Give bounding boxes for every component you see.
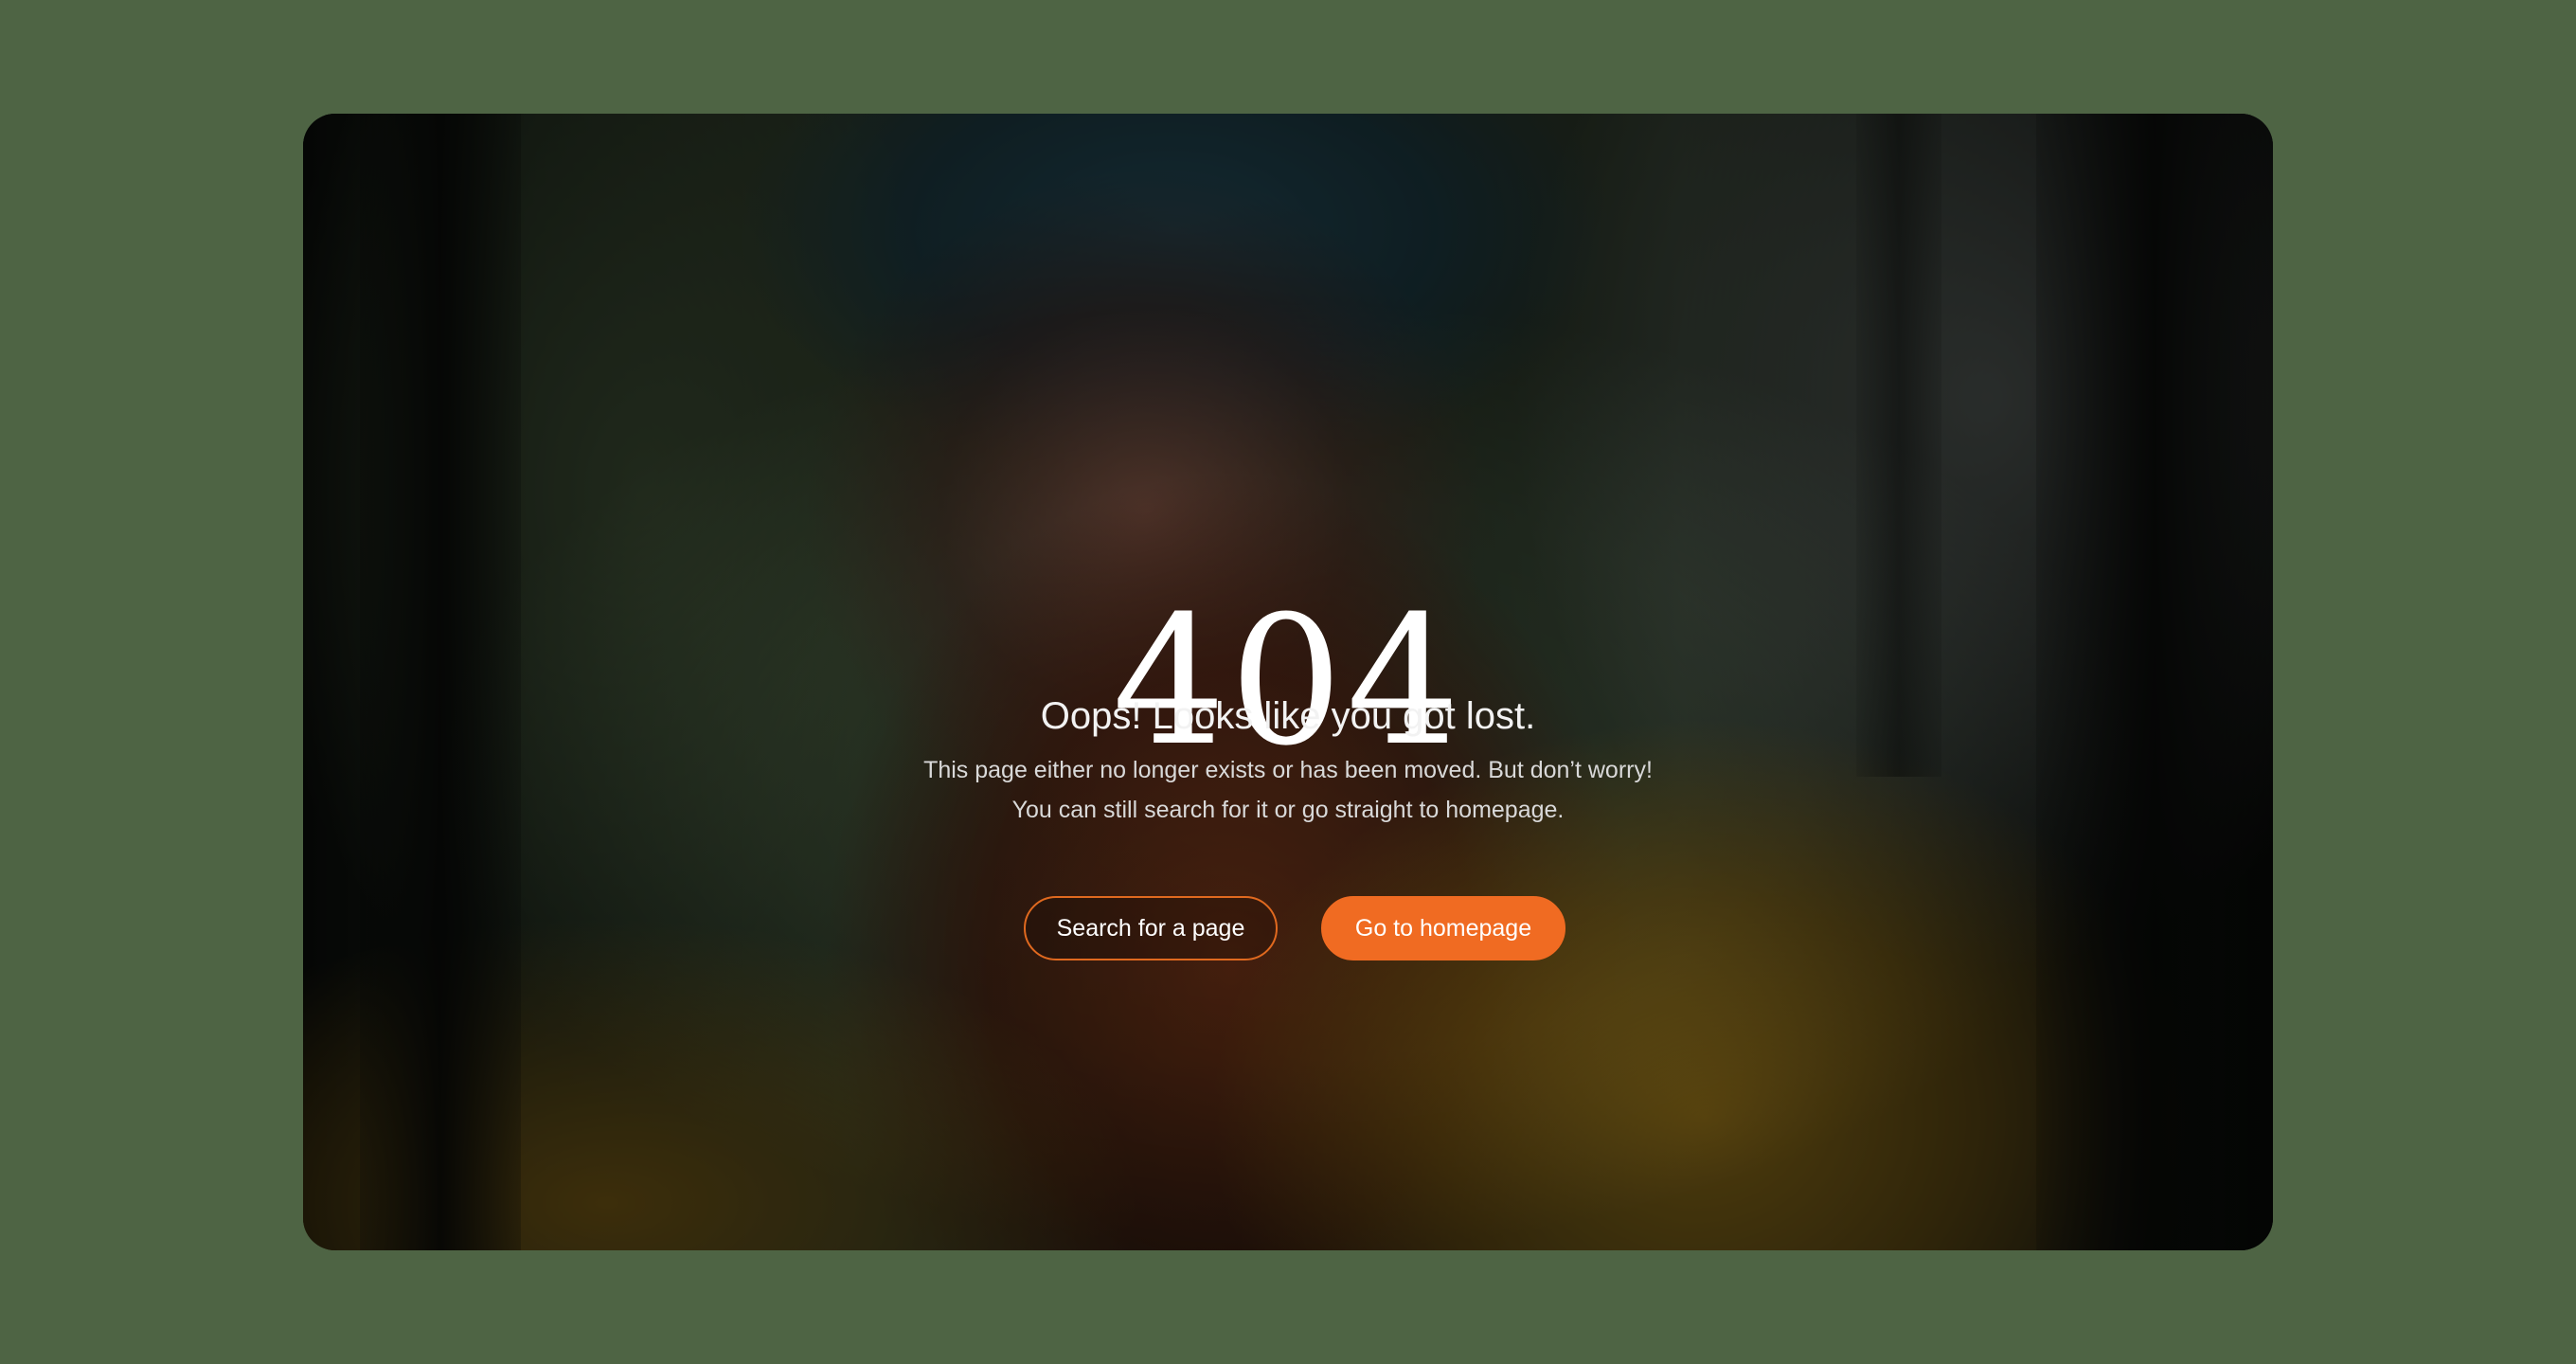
error-card: 404 Oops! Looks like you got lost. This … — [303, 114, 2273, 1250]
search-page-button[interactable]: Search for a page — [1024, 896, 1278, 960]
error-headline: Oops! Looks like you got lost. — [1040, 695, 1536, 737]
error-message: This page either no longer exists or has… — [303, 750, 2273, 830]
error-code: 404 — [1112, 578, 1464, 785]
error-message-line: You can still search for it or go straig… — [1011, 797, 1565, 823]
go-to-homepage-button[interactable]: Go to homepage — [1321, 896, 1565, 960]
error-content: 404 Oops! Looks like you got lost. This … — [303, 114, 2273, 1250]
action-buttons: Search for a page Go to homepage — [303, 896, 2273, 960]
error-message-line: This page either no longer exists or has… — [923, 757, 1653, 783]
